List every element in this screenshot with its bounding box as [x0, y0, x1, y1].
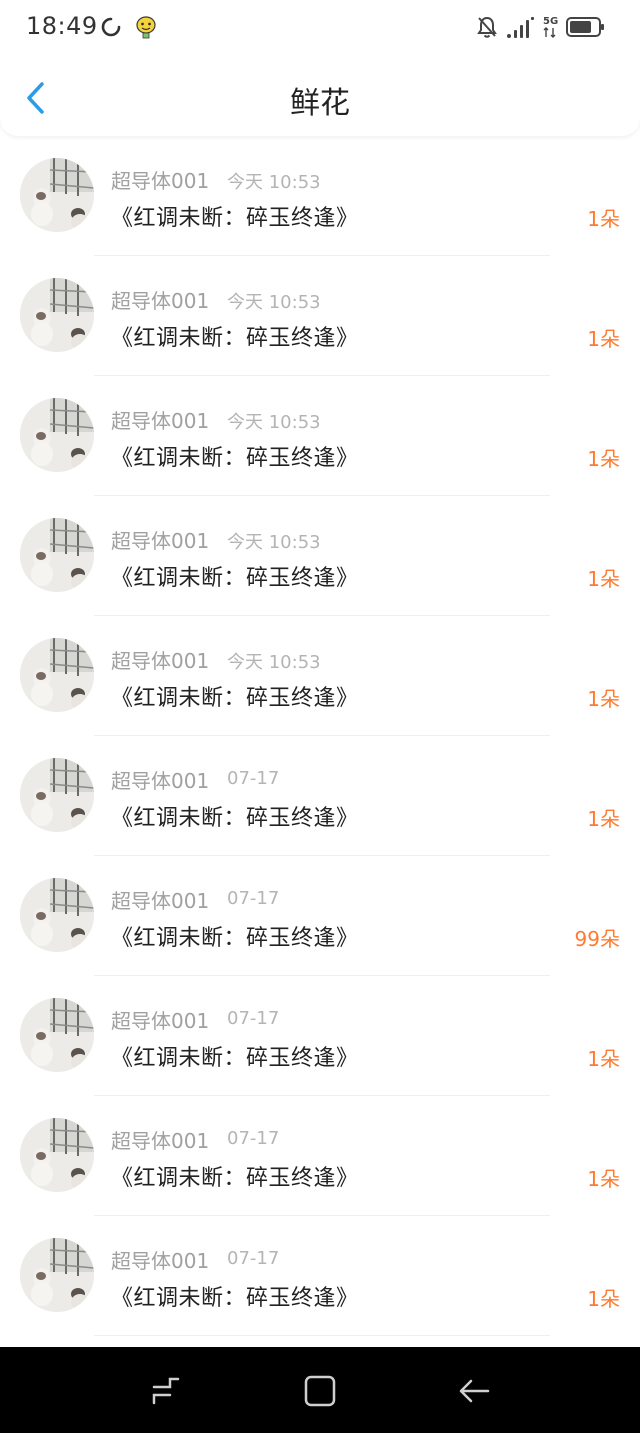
avatar-image — [20, 278, 94, 352]
avatar[interactable] — [20, 878, 94, 952]
page-title: 鲜花 — [290, 86, 350, 121]
sender-name: 超导体001 — [111, 529, 210, 553]
timestamp: 今天 10:53 — [227, 292, 321, 313]
timestamp: 今天 10:53 — [227, 172, 321, 193]
avatar[interactable] — [20, 1238, 94, 1312]
message-text: 《红调未断：碎玉终逢》 — [111, 926, 359, 951]
sender-name: 超导体001 — [111, 1249, 210, 1273]
signal-icon — [507, 17, 534, 38]
timestamp: 今天 10:53 — [227, 412, 321, 433]
avatar-image — [20, 1118, 94, 1192]
avatar-image — [20, 758, 94, 832]
avatar[interactable] — [20, 278, 94, 352]
status-icons: 5G — [476, 14, 606, 40]
message-text: 《红调未断：碎玉终逢》 — [111, 1046, 359, 1071]
list-item[interactable]: 超导体001 今天 10:53 《红调未断：碎玉终逢》 1朵 — [0, 376, 640, 496]
avatar-image — [20, 878, 94, 952]
list-item[interactable]: 超导体001 今天 10:53 《红调未断：碎玉终逢》 1朵 — [0, 616, 640, 736]
flower-count: 1朵 — [587, 447, 620, 471]
status-bar: 18:49 5G — [0, 0, 640, 56]
flower-count: 1朵 — [587, 687, 620, 711]
nav-bar — [0, 1347, 640, 1433]
flower-count: 99朵 — [574, 927, 620, 951]
message-text: 《红调未断：碎玉终逢》 — [111, 326, 359, 351]
list-item[interactable]: 超导体001 07-17 《红调未断：碎玉终逢》 1朵 — [0, 976, 640, 1096]
sender-name: 超导体001 — [111, 409, 210, 433]
timestamp: 07-17 — [227, 1128, 280, 1149]
avatar-image — [20, 158, 94, 232]
avatar-image — [20, 1238, 94, 1312]
avatar[interactable] — [20, 158, 94, 232]
avatar-image — [20, 518, 94, 592]
recent-apps-button[interactable] — [148, 1373, 184, 1409]
sender-name: 超导体001 — [111, 769, 210, 793]
message-text: 《红调未断：碎玉终逢》 — [111, 1286, 359, 1311]
flower-count: 1朵 — [587, 1167, 620, 1191]
back-arrow-icon — [459, 1379, 490, 1403]
sender-name: 超导体001 — [111, 649, 210, 673]
avatar-image — [20, 638, 94, 712]
timestamp: 07-17 — [227, 768, 280, 789]
flower-count: 1朵 — [587, 567, 620, 591]
timestamp: 07-17 — [227, 888, 280, 909]
list-item[interactable]: 超导体001 今天 10:53 《红调未断：碎玉终逢》 1朵 — [0, 496, 640, 616]
status-time: 18:49 — [26, 12, 98, 40]
list-item[interactable]: 超导体001 07-17 《红调未断：碎玉终逢》 1朵 — [0, 1096, 640, 1216]
timestamp: 今天 10:53 — [227, 652, 321, 673]
avatar[interactable] — [20, 758, 94, 832]
flower-count: 1朵 — [587, 327, 620, 351]
avatar[interactable] — [20, 398, 94, 472]
message-text: 《红调未断：碎玉终逢》 — [111, 206, 359, 231]
message-text: 《红调未断：碎玉终逢》 — [111, 1166, 359, 1191]
bell-off-icon — [477, 16, 497, 38]
network-5g-icon: 5G — [543, 16, 558, 38]
home-icon — [304, 1375, 336, 1407]
avatar-image — [20, 398, 94, 472]
list-item[interactable]: 超导体001 07-17 《红调未断：碎玉终逢》 1朵 — [0, 736, 640, 856]
home-button[interactable] — [302, 1373, 338, 1409]
flower-count: 1朵 — [587, 1047, 620, 1071]
svg-text:5G: 5G — [543, 16, 558, 27]
sender-name: 超导体001 — [111, 169, 210, 193]
back-nav-button[interactable] — [456, 1373, 492, 1409]
flower-count: 1朵 — [587, 1287, 620, 1311]
list-item[interactable]: 超导体001 今天 10:53 《红调未断：碎玉终逢》 1朵 — [0, 256, 640, 376]
avatar[interactable] — [20, 998, 94, 1072]
timestamp: 07-17 — [227, 1248, 280, 1269]
list-item[interactable]: 超导体001 今天 10:53 《红调未断：碎玉终逢》 1朵 — [0, 136, 640, 256]
sync-icon — [101, 17, 121, 37]
message-text: 《红调未断：碎玉终逢》 — [111, 566, 359, 591]
list-item[interactable]: 超导体001 07-17 《红调未断：碎玉终逢》 99朵 — [0, 856, 640, 976]
message-text: 《红调未断：碎玉终逢》 — [111, 446, 359, 471]
flower-count: 1朵 — [587, 207, 620, 231]
list-item[interactable]: 超导体001 07-17 《红调未断：碎玉终逢》 1朵 — [0, 1216, 640, 1336]
avatar[interactable] — [20, 1118, 94, 1192]
timestamp: 今天 10:53 — [227, 532, 321, 553]
sender-name: 超导体001 — [111, 1009, 210, 1033]
sender-name: 超导体001 — [111, 289, 210, 313]
recent-apps-icon — [152, 1377, 180, 1405]
emoji-icon — [136, 16, 156, 39]
sender-name: 超导体001 — [111, 889, 210, 913]
flower-list: 超导体001 今天 10:53 《红调未断：碎玉终逢》 1朵 超导体001 今天… — [0, 136, 640, 1336]
flower-count: 1朵 — [587, 807, 620, 831]
avatar-image — [20, 998, 94, 1072]
timestamp: 07-17 — [227, 1008, 280, 1029]
header: 鲜花 — [0, 56, 640, 136]
message-text: 《红调未断：碎玉终逢》 — [111, 686, 359, 711]
battery-icon — [566, 17, 604, 37]
message-text: 《红调未断：碎玉终逢》 — [111, 806, 359, 831]
avatar[interactable] — [20, 518, 94, 592]
sender-name: 超导体001 — [111, 1129, 210, 1153]
avatar[interactable] — [20, 638, 94, 712]
